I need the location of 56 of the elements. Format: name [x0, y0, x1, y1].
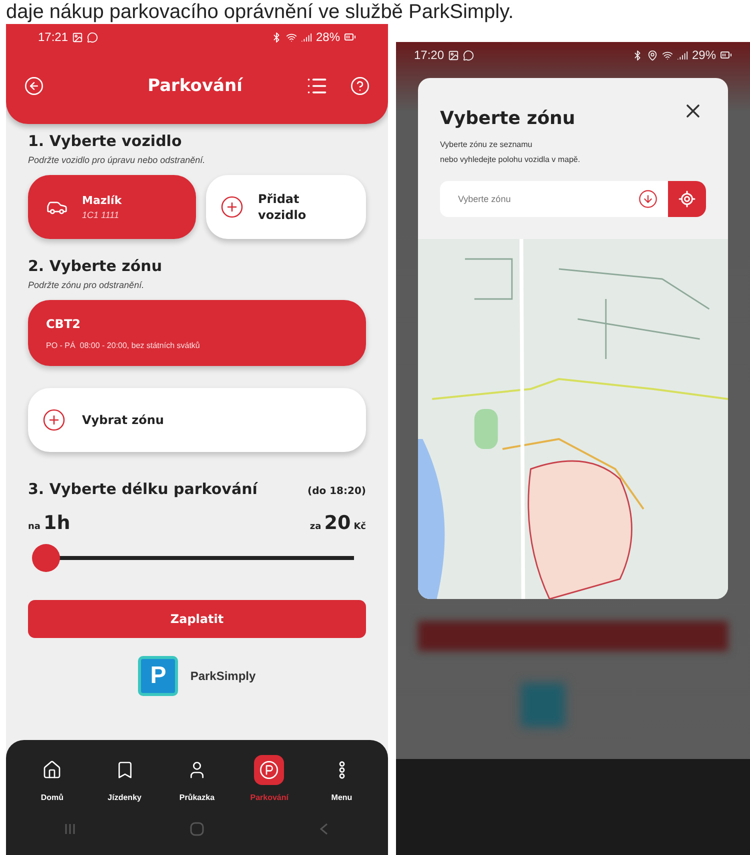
- end-time: (do 18:20): [308, 486, 366, 497]
- dots-icon: [338, 761, 345, 779]
- duration-value: 1h: [43, 512, 70, 534]
- screen-title: Parkování: [146, 76, 244, 96]
- currency: Kč: [354, 522, 366, 532]
- zone-code: CBT2: [46, 316, 80, 330]
- parking-icon: [259, 760, 280, 780]
- select-zone-button[interactable]: Vybrat zónu: [28, 388, 366, 452]
- battery-percent: 29%: [692, 48, 716, 62]
- add-vehicle-button[interactable]: Přidat vozidlo: [206, 175, 366, 239]
- plus-icon: [220, 195, 244, 219]
- price-prefix: za: [310, 522, 322, 532]
- vehicle-card[interactable]: Mazlík 1C1 1111: [28, 175, 196, 239]
- status-time: 17:21: [38, 30, 68, 44]
- wifi-icon: [662, 50, 673, 60]
- hint-text: Podržte vozidlo pro úpravu nebo odstranění.: [28, 155, 206, 165]
- vehicle-plate: 1C1 1111: [82, 210, 120, 220]
- battery-icon: [720, 49, 732, 61]
- locate-button[interactable]: [668, 181, 706, 218]
- blurred-logo: [521, 683, 565, 728]
- chat-icon: [87, 32, 98, 42]
- caption-text: daje nákup parkovacího oprávnění ve službě ParkSimply.: [5, 0, 514, 24]
- price-value: 20: [324, 512, 351, 534]
- plus-icon: [42, 408, 66, 432]
- battery-icon: [344, 31, 356, 43]
- nav-item[interactable]: Menu: [312, 754, 372, 803]
- nav-item[interactable]: Jízdenky: [94, 754, 155, 803]
- parking-logo: P: [138, 656, 178, 696]
- zone-card[interactable]: CBT2 PO - PÁ 08:00 - 20:00, bez státních svátků: [28, 300, 366, 366]
- section-title: 3. Vyberte délku parkování: [28, 480, 258, 498]
- nav-item[interactable]: Domů: [22, 754, 82, 803]
- bluetooth-icon: [270, 32, 282, 42]
- nav-item[interactable]: Průkazka: [166, 754, 227, 803]
- slider-thumb[interactable]: [32, 544, 60, 572]
- hint-text: Podržte zónu pro odstranění.: [28, 280, 146, 290]
- chat-icon: [463, 50, 474, 60]
- battery-percent: 28%: [316, 30, 340, 44]
- image-icon: [448, 50, 460, 60]
- duration-prefix: na: [28, 522, 40, 532]
- home-icon: [42, 760, 62, 780]
- vehicle-name: Mazlík: [82, 194, 122, 207]
- crosshair-icon: [678, 190, 696, 208]
- dialog-title: Vyberte zónu: [440, 108, 576, 129]
- bluetooth-icon: [632, 50, 643, 60]
- wifi-icon: [286, 32, 297, 42]
- pay-button[interactable]: Zaplatit: [28, 600, 366, 638]
- arrow-down-icon[interactable]: [638, 189, 658, 210]
- section-title: 1. Vyberte vozidlo: [28, 132, 183, 150]
- zone-hours: PO - PÁ 08:00 - 20:00, bez státních svátků: [46, 340, 200, 350]
- dialog-description: Vyberte zónu ze seznamu nebo vyhledejte polohu vozidla v mapě.: [439, 139, 582, 166]
- zone-search-field[interactable]: Vyberte zónu: [440, 181, 668, 218]
- status-time: 17:20: [414, 48, 444, 62]
- image-icon: [72, 32, 84, 42]
- location-icon: [646, 50, 658, 60]
- provider-name: ParkSimply: [190, 669, 256, 683]
- section-title: 2. Vyberte zónu: [28, 257, 164, 275]
